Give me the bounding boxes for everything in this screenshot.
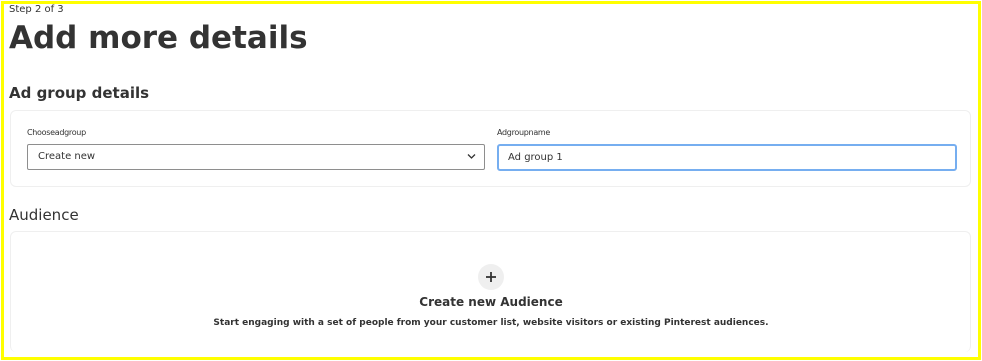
ad-group-section-heading: Ad group details [9, 84, 150, 102]
create-audience-description: Start engaging with a set of people from… [213, 318, 769, 328]
create-audience-button[interactable] [478, 264, 504, 290]
page-title: Add more details [9, 20, 308, 56]
choose-ad-group-select[interactable]: Create new [27, 144, 485, 170]
chevron-down-icon [467, 154, 476, 159]
audience-card [10, 231, 971, 352]
ad-group-name-label: Adgroupname [497, 128, 551, 137]
audience-section-heading: Audience [9, 206, 79, 224]
choose-ad-group-label: Chooseadgroup [27, 128, 86, 137]
plus-icon [486, 272, 496, 282]
step-indicator: Step 2 of 3 [9, 4, 64, 15]
choose-ad-group-value: Create new [38, 151, 96, 162]
create-audience-title: Create new Audience [419, 295, 563, 309]
ad-group-name-input[interactable]: Ad group 1 [497, 144, 957, 171]
